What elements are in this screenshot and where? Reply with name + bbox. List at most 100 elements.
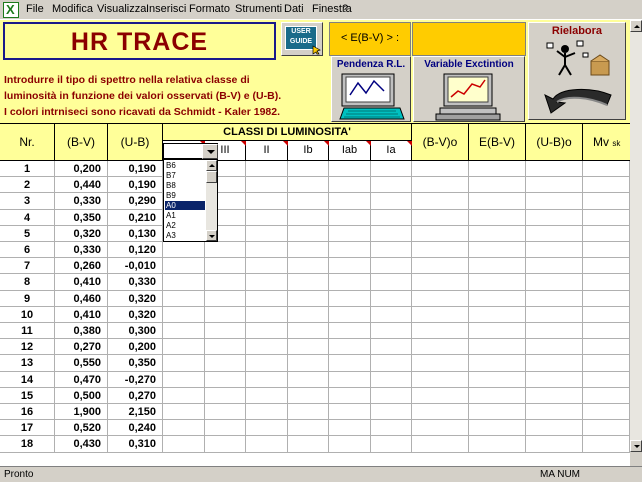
cell-empty[interactable] xyxy=(583,355,630,372)
cell-empty[interactable] xyxy=(526,242,583,259)
cell-empty[interactable] xyxy=(469,290,526,307)
cell-empty[interactable] xyxy=(246,177,288,194)
cell-empty[interactable] xyxy=(246,225,288,242)
col-header-classi[interactable]: CLASSI DI LUMINOSITA' xyxy=(163,123,412,141)
cell-empty[interactable] xyxy=(526,420,583,437)
cell-empty[interactable] xyxy=(329,290,371,307)
cell-empty[interactable] xyxy=(469,161,526,178)
cell-empty[interactable] xyxy=(583,404,630,421)
cell-empty[interactable] xyxy=(469,404,526,421)
cell-empty[interactable] xyxy=(526,258,583,275)
pendenza-button[interactable]: Pendenza R.L. xyxy=(331,56,411,122)
cell-empty[interactable] xyxy=(163,339,205,356)
cell-empty[interactable] xyxy=(526,177,583,194)
cell-empty[interactable] xyxy=(163,420,205,437)
cell-bv[interactable]: 0,330 xyxy=(55,242,108,259)
cell-ub[interactable]: 0,190 xyxy=(108,161,163,178)
cell-empty[interactable] xyxy=(469,355,526,372)
scroll-down-button[interactable] xyxy=(630,440,642,452)
cell-empty[interactable] xyxy=(246,242,288,259)
cell-empty[interactable] xyxy=(329,274,371,291)
cell-ub[interactable]: 0,350 xyxy=(108,355,163,372)
cell-empty[interactable] xyxy=(412,404,469,421)
cell-ub[interactable]: 0,320 xyxy=(108,306,163,323)
cell-empty[interactable] xyxy=(412,258,469,275)
cell-empty[interactable] xyxy=(329,371,371,388)
vertical-scrollbar[interactable] xyxy=(630,20,642,466)
dropdown-option[interactable]: A0 xyxy=(165,201,205,210)
cell-ub[interactable]: -0,010 xyxy=(108,258,163,275)
cell-empty[interactable] xyxy=(371,339,412,356)
cell-empty[interactable] xyxy=(371,436,412,453)
cell-empty[interactable] xyxy=(412,225,469,242)
cell-empty[interactable] xyxy=(371,306,412,323)
cell-empty[interactable] xyxy=(288,420,329,437)
menu-item[interactable]: Dati xyxy=(284,3,304,15)
cell-empty[interactable] xyxy=(371,161,412,178)
cell-empty[interactable] xyxy=(526,274,583,291)
cell-empty[interactable] xyxy=(288,404,329,421)
cell-nr[interactable]: 14 xyxy=(0,371,55,388)
cell-empty[interactable] xyxy=(583,193,630,210)
cell-empty[interactable] xyxy=(371,177,412,194)
cell-empty[interactable] xyxy=(583,339,630,356)
cell-empty[interactable] xyxy=(469,306,526,323)
cell-empty[interactable] xyxy=(412,290,469,307)
cell-ub[interactable]: 0,130 xyxy=(108,225,163,242)
cell-empty[interactable] xyxy=(246,355,288,372)
cell-empty[interactable] xyxy=(246,436,288,453)
cell-empty[interactable] xyxy=(412,436,469,453)
cell-nr[interactable]: 2 xyxy=(0,177,55,194)
cell-empty[interactable] xyxy=(246,323,288,340)
cell-bv[interactable]: 0,330 xyxy=(55,193,108,210)
cell-empty[interactable] xyxy=(288,193,329,210)
cell-bv[interactable]: 0,470 xyxy=(55,371,108,388)
cell-empty[interactable] xyxy=(526,355,583,372)
cell-empty[interactable] xyxy=(246,404,288,421)
cell-nr[interactable]: 8 xyxy=(0,274,55,291)
cell-bv[interactable]: 0,410 xyxy=(55,274,108,291)
ebv-value-cell[interactable] xyxy=(412,22,526,56)
cell-empty[interactable] xyxy=(329,404,371,421)
cell-empty[interactable] xyxy=(412,420,469,437)
col-header-ebv[interactable]: E(B-V) xyxy=(469,123,526,161)
cell-empty[interactable] xyxy=(371,209,412,226)
cell-empty[interactable] xyxy=(329,339,371,356)
cell-bv[interactable]: 0,260 xyxy=(55,258,108,275)
cell-ub[interactable]: 0,240 xyxy=(108,420,163,437)
cell-empty[interactable] xyxy=(205,258,246,275)
cell-ub[interactable]: 0,190 xyxy=(108,177,163,194)
cell-empty[interactable] xyxy=(526,371,583,388)
cell-empty[interactable] xyxy=(469,387,526,404)
cell-bv[interactable]: 0,550 xyxy=(55,355,108,372)
dropdown-option[interactable]: A2 xyxy=(165,221,205,230)
cell-nr[interactable]: 16 xyxy=(0,404,55,421)
cell-empty[interactable] xyxy=(246,387,288,404)
cell-empty[interactable] xyxy=(371,404,412,421)
menu-item[interactable]: Visualizza xyxy=(97,3,146,15)
menu-item[interactable]: Modifica xyxy=(52,3,93,15)
cell-empty[interactable] xyxy=(205,355,246,372)
cell-empty[interactable] xyxy=(329,436,371,453)
cell-empty[interactable] xyxy=(329,387,371,404)
cell-empty[interactable] xyxy=(329,306,371,323)
cell-empty[interactable] xyxy=(288,209,329,226)
excel-icon[interactable]: X xyxy=(3,2,19,18)
cell-empty[interactable] xyxy=(288,290,329,307)
cell-empty[interactable] xyxy=(205,306,246,323)
cell-empty[interactable] xyxy=(329,225,371,242)
cell-nr[interactable]: 11 xyxy=(0,323,55,340)
cell-empty[interactable] xyxy=(371,242,412,259)
lum-class-header[interactable]: Iab xyxy=(329,141,371,161)
cell-bv[interactable]: 0,410 xyxy=(55,306,108,323)
cell-empty[interactable] xyxy=(412,306,469,323)
dropdown-button[interactable] xyxy=(202,144,218,159)
cell-empty[interactable] xyxy=(583,177,630,194)
cell-nr[interactable]: 17 xyxy=(0,420,55,437)
cell-empty[interactable] xyxy=(583,323,630,340)
cell-empty[interactable] xyxy=(288,306,329,323)
scroll-up-button[interactable] xyxy=(206,160,217,171)
cell-ub[interactable]: 0,120 xyxy=(108,242,163,259)
cell-empty[interactable] xyxy=(329,242,371,259)
cell-empty[interactable] xyxy=(288,225,329,242)
